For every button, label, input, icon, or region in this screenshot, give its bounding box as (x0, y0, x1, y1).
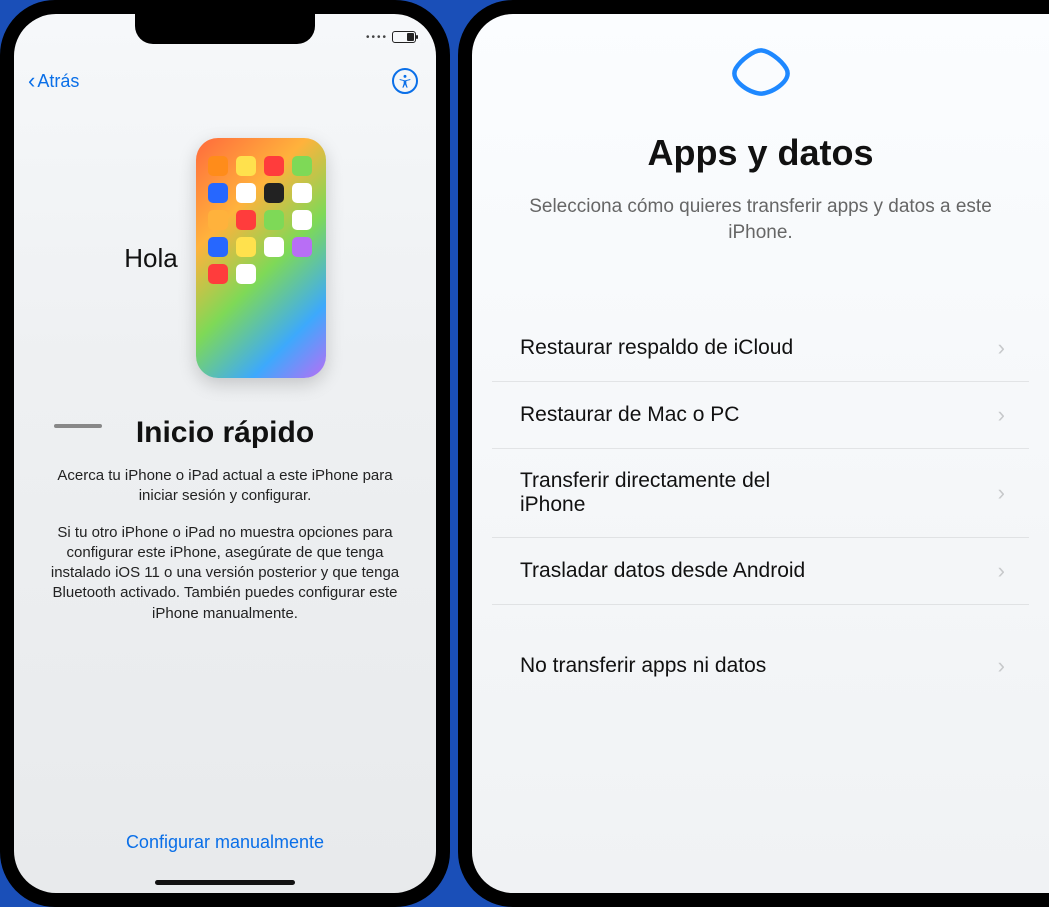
option-label: No transferir apps ni datos (520, 654, 766, 678)
accessibility-icon (397, 73, 413, 89)
hero-app-icon (236, 237, 256, 257)
hero-app-icon (292, 237, 312, 257)
back-label: Atrás (37, 71, 79, 92)
left-phone-frame: •••• ‹ Atrás Hola Inicio rápido (0, 0, 450, 907)
chevron-right-icon: › (998, 480, 1005, 506)
hero-app-icon (264, 237, 284, 257)
option-move-android[interactable]: Trasladar datos desde Android › (492, 538, 1029, 605)
option-label: Transferir directamente del iPhone (520, 469, 840, 517)
hero-app-icon (236, 210, 256, 230)
quick-start-paragraph-1: Acerca tu iPhone o iPad actual a este iP… (44, 466, 406, 507)
option-label: Trasladar datos desde Android (520, 559, 805, 583)
right-phone-screen: Apps y datos Selecciona cómo quieres tra… (458, 0, 1049, 907)
back-button[interactable]: ‹ Atrás (28, 70, 79, 92)
accessibility-button[interactable] (392, 68, 418, 94)
hero-app-icon (292, 210, 312, 230)
hero-app-icon (208, 264, 228, 284)
hero-app-icon (292, 183, 312, 203)
option-dont-transfer[interactable]: No transferir apps ni datos › (492, 633, 1029, 699)
option-label: Restaurar respaldo de iCloud (520, 336, 793, 360)
apps-data-screen: Apps y datos Selecciona cómo quieres tra… (472, 14, 1049, 893)
apps-data-title: Apps y datos (647, 132, 873, 174)
hero-app-icon (236, 183, 256, 203)
hero-app-icon (264, 156, 284, 176)
quick-start-title: Inicio rápido (44, 416, 406, 450)
nav-bar: ‹ Atrás (14, 60, 436, 98)
hero-app-icon (208, 156, 228, 176)
chevron-right-icon: › (998, 335, 1005, 361)
home-indicator[interactable] (155, 880, 295, 885)
hero-app-icon (208, 210, 228, 230)
chevron-right-icon: › (998, 402, 1005, 428)
configure-manually-button[interactable]: Configurar manualmente (44, 814, 406, 883)
hero-app-icon (208, 183, 228, 203)
option-transfer-iphone[interactable]: Transferir directamente del iPhone › (492, 449, 1029, 538)
hero-app-icon (264, 183, 284, 203)
iphone-hero-graphic (196, 138, 326, 378)
signal-dots: •••• (366, 32, 388, 43)
left-phone-screen: •••• ‹ Atrás Hola Inicio rápido (14, 14, 436, 893)
hero-area: Hola (14, 98, 436, 398)
swipe-indicator (54, 424, 102, 428)
quick-start-panel: Inicio rápido Acerca tu iPhone o iPad ac… (14, 398, 436, 893)
hero-app-grid (208, 156, 314, 284)
apps-data-hero-icon (716, 42, 806, 102)
battery-icon (392, 31, 416, 43)
hero-app-icon (264, 210, 284, 230)
chevron-right-icon: › (998, 653, 1005, 679)
greeting-text: Hola (124, 243, 177, 274)
hero-app-icon (292, 156, 312, 176)
option-label: Restaurar de Mac o PC (520, 403, 739, 427)
option-restore-mac-pc[interactable]: Restaurar de Mac o PC › (492, 382, 1029, 449)
quick-start-paragraph-2: Si tu otro iPhone o iPad no muestra opci… (44, 523, 406, 624)
notch (135, 14, 315, 44)
hero-app-icon (236, 156, 256, 176)
chevron-left-icon: ‹ (28, 70, 35, 92)
chevron-right-icon: › (998, 558, 1005, 584)
hero-app-icon (236, 264, 256, 284)
transfer-options-list: Restaurar respaldo de iCloud › Restaurar… (492, 315, 1029, 699)
hero-app-icon (208, 237, 228, 257)
option-restore-icloud[interactable]: Restaurar respaldo de iCloud › (492, 315, 1029, 382)
apps-data-subtitle: Selecciona cómo quieres transferir apps … (492, 194, 1029, 245)
